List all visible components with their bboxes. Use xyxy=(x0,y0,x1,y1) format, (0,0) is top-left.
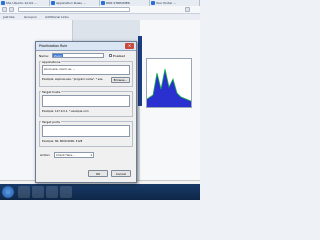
ok-button[interactable]: OK xyxy=(88,170,108,177)
enabled-label: Enabled xyxy=(113,54,126,58)
back-button[interactable] xyxy=(2,7,7,12)
close-icon[interactable]: ✕ xyxy=(125,43,134,49)
action-label: Action: xyxy=(40,153,51,157)
start-button-icon[interactable] xyxy=(2,186,14,198)
target-ports-example: Example: 80, 8000-9000, 3128 xyxy=(42,140,83,143)
target-hosts-label: Target hosts xyxy=(41,90,62,94)
action-value: Check Here... xyxy=(56,153,75,157)
applications-label: Applications xyxy=(41,60,62,64)
name-field[interactable]: Zoom xyxy=(52,53,104,58)
action-select[interactable]: Check Here... ▾ xyxy=(54,152,94,158)
name-value: Zoom xyxy=(53,54,64,58)
target-ports-field[interactable] xyxy=(42,125,130,137)
target-ports-label: Target ports xyxy=(41,120,61,124)
taskbar xyxy=(0,184,200,200)
forward-button[interactable] xyxy=(9,7,14,12)
address-bar[interactable] xyxy=(18,7,130,12)
target-hosts-field[interactable] xyxy=(42,95,130,107)
dialog-title: Prioritization Rule xyxy=(39,44,68,48)
cancel-button[interactable]: Cancel xyxy=(111,170,131,177)
prioritization-rule-dialog: Prioritization Rule ✕ Name: Zoom Enabled… xyxy=(35,41,137,183)
taskbar-app-icon[interactable] xyxy=(60,186,72,198)
menu-button[interactable] xyxy=(185,7,190,12)
favicon-icon xyxy=(51,1,55,5)
favicon-icon xyxy=(1,1,5,5)
dialog-titlebar: Prioritization Rule ✕ xyxy=(36,42,136,51)
favicon-icon xyxy=(101,1,105,5)
name-label: Name: xyxy=(39,54,49,58)
taskbar-app-icon[interactable] xyxy=(32,186,44,198)
traffic-chart xyxy=(146,58,192,108)
taskbar-app-icon[interactable] xyxy=(46,186,58,198)
target-hosts-example: Example: 127.0.0.1, *.example.com xyxy=(42,110,89,113)
applications-example: Example: explorer.exe, "program name", *… xyxy=(42,78,103,81)
enabled-checkbox[interactable] xyxy=(109,54,112,57)
favicon-icon xyxy=(151,1,155,5)
chevron-down-icon: ▾ xyxy=(90,153,92,157)
browse-button[interactable]: Browse... xyxy=(111,77,130,83)
applications-field[interactable]: zoom.exe, zoom.us, ... xyxy=(42,65,130,75)
taskbar-app-icon[interactable] xyxy=(18,186,30,198)
side-graph-strip xyxy=(138,36,142,106)
traffic-graph xyxy=(146,68,192,107)
